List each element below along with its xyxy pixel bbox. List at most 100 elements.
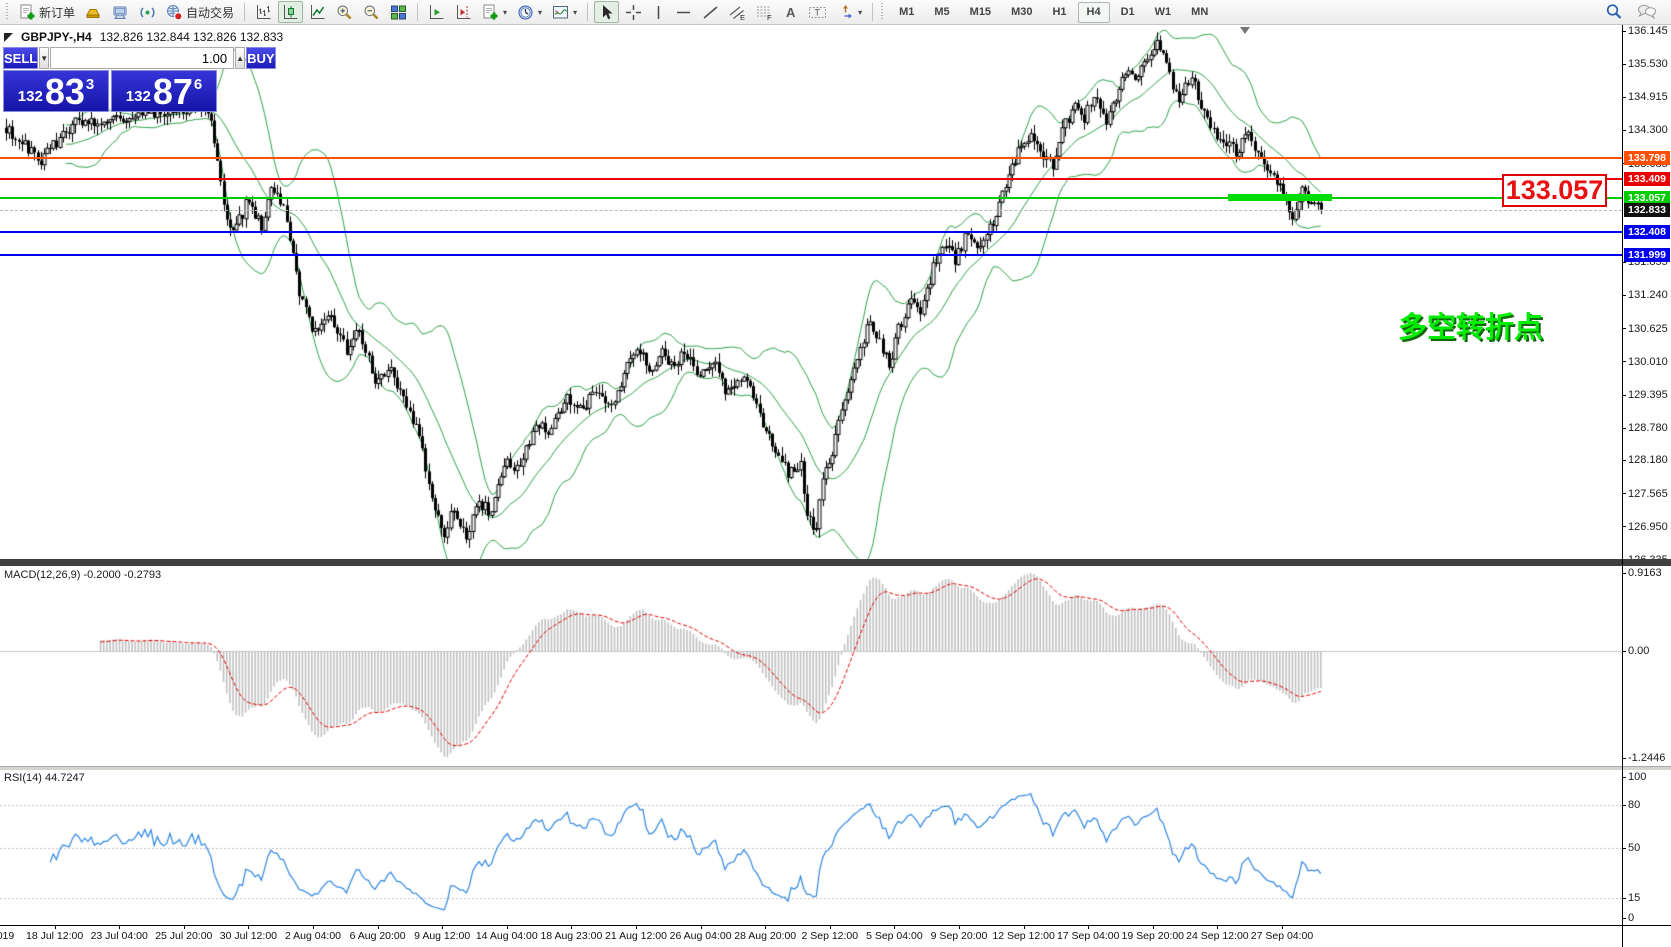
timeframe-mn-button[interactable]: MN	[1182, 2, 1217, 23]
market-watch-button[interactable]	[108, 1, 133, 23]
time-axis-label: 23 Jul 04:00	[91, 930, 148, 942]
templates-button[interactable]: ▾	[548, 1, 581, 23]
ohlc-readout: 132.826 132.844 132.826 132.833	[100, 30, 284, 44]
line-chart-button[interactable]	[305, 1, 330, 23]
bars-icon	[255, 4, 272, 21]
time-axis-label: 18 Jul 12:00	[26, 930, 83, 942]
pane-separator-macd-rsi[interactable]	[0, 766, 1671, 770]
time-axis-label: 21 Aug 12:00	[605, 930, 667, 942]
dropdown-caret-icon[interactable]: ▾	[573, 8, 577, 17]
periods-button[interactable]: ▾	[513, 1, 546, 23]
pane-separator-main-macd[interactable]	[0, 559, 1671, 566]
chat-button[interactable]	[1633, 1, 1661, 23]
dropdown-caret-icon[interactable]: ▾	[503, 8, 507, 17]
text-button[interactable]: A	[779, 1, 802, 23]
dropdown-caret-icon[interactable]: ▾	[538, 8, 542, 17]
timeframe-m15-button[interactable]: M15	[961, 2, 1000, 23]
arrows-icon	[837, 4, 854, 21]
arrows-button[interactable]: ▾	[833, 1, 866, 23]
price-axis-label: 134.300	[1622, 124, 1668, 136]
vline-icon	[652, 4, 665, 21]
buy-price-panel[interactable]: 132 87 6	[111, 70, 217, 112]
metaeditor-button[interactable]	[81, 1, 106, 23]
bar-chart-button[interactable]	[251, 1, 276, 23]
time-axis-label: 6 Aug 20:00	[350, 930, 406, 942]
price-chart-canvas[interactable]	[0, 25, 1622, 559]
price-axis-label: 134.915	[1622, 91, 1668, 103]
indicators-button[interactable]: ▾	[478, 1, 511, 23]
chart-shift-button[interactable]	[451, 1, 476, 23]
symbol-header: GBPJPY-,H4 132.826 132.844 132.826 132.8…	[4, 30, 283, 44]
time-axis-label: 5 Jul 2019	[0, 930, 14, 942]
price-axis-label: 131.240	[1622, 289, 1668, 301]
price-axis-label: 127.565	[1622, 488, 1668, 500]
text-label-button[interactable]: T	[804, 1, 831, 23]
tile-windows-button[interactable]	[386, 1, 411, 23]
gold-icon	[85, 4, 102, 21]
timeframe-d1-button[interactable]: D1	[1112, 2, 1144, 23]
timeframe-m1-button[interactable]: M1	[890, 2, 923, 23]
timeframe-w1-button[interactable]: W1	[1146, 2, 1181, 23]
horizontal-level-line[interactable]	[0, 197, 1622, 199]
rsi-canvas[interactable]	[0, 770, 1622, 925]
toolbar-separator	[872, 3, 873, 21]
one-click-trading-panel: SELL ▼ ▲ BUY 132 83 3 132 87 6	[3, 47, 217, 112]
horizontal-line-button[interactable]	[671, 1, 696, 23]
buy-button[interactable]: BUY	[246, 47, 275, 69]
cursor-button[interactable]	[594, 1, 619, 23]
search-button[interactable]	[1601, 1, 1627, 23]
fibonacci-button[interactable]: F	[752, 1, 777, 23]
autotrading-button[interactable]: 自动交易	[162, 1, 238, 23]
time-axis-label: 9 Aug 12:00	[414, 930, 470, 942]
collapse-triangle-icon[interactable]	[4, 33, 13, 42]
volume-increase-button[interactable]: ▲	[235, 47, 245, 69]
trendline-button[interactable]	[698, 1, 723, 23]
horizontal-level-line[interactable]	[0, 254, 1622, 256]
horizontal-level-line[interactable]	[0, 231, 1622, 233]
macd-canvas[interactable]	[0, 566, 1622, 762]
cloud-pc-icon	[112, 4, 129, 21]
timeframe-h1-button[interactable]: H1	[1043, 2, 1075, 23]
price-level-badge: 133.798	[1624, 151, 1670, 165]
timeframe-h4-button[interactable]: H4	[1078, 2, 1110, 23]
zoom-in-icon	[336, 4, 353, 21]
time-axis-label: 14 Aug 04:00	[476, 930, 538, 942]
highlight-segment[interactable]	[1228, 194, 1332, 201]
toolbar-grip[interactable]	[881, 3, 886, 21]
chartshift-icon	[455, 4, 472, 21]
navigator-button[interactable]	[135, 1, 160, 23]
equidistant-channel-button[interactable]: E	[725, 1, 750, 23]
volume-decrease-button[interactable]: ▼	[39, 47, 49, 69]
time-axis-label: 19 Sep 20:00	[1122, 930, 1184, 942]
price-level-badge: 132.408	[1624, 225, 1670, 239]
volume-input[interactable]	[50, 47, 234, 69]
doc-plus-icon	[19, 4, 36, 21]
price-axis-label: 126.950	[1622, 521, 1668, 533]
template-icon	[552, 4, 569, 21]
candlestick-chart-button[interactable]	[278, 1, 303, 23]
toolbar-separator	[587, 3, 588, 21]
zoom-in-button[interactable]	[332, 1, 357, 23]
price-axis-line[interactable]	[1622, 25, 1623, 947]
crosshair-button[interactable]	[621, 1, 646, 23]
toolbar-grip[interactable]	[6, 3, 11, 21]
zoom-out-button[interactable]	[359, 1, 384, 23]
chart-shift-marker[interactable]	[1240, 27, 1250, 34]
horizontal-level-line[interactable]	[0, 178, 1622, 180]
rsi-scale-label: 80	[1622, 799, 1640, 811]
sell-price-panel[interactable]: 132 83 3	[3, 70, 109, 112]
sell-button[interactable]: SELL	[3, 47, 38, 69]
new-order-button[interactable]: 新订单	[15, 1, 79, 23]
vertical-line-button[interactable]	[648, 1, 669, 23]
horizontal-level-line[interactable]	[0, 157, 1622, 159]
channel-icon: E	[729, 4, 746, 21]
dropdown-caret-icon[interactable]: ▾	[858, 8, 862, 17]
price-alert-box[interactable]: 133.057	[1502, 174, 1607, 207]
svg-text:A: A	[786, 5, 796, 20]
timeframe-m30-button[interactable]: M30	[1002, 2, 1041, 23]
price-axis-label: 128.780	[1622, 422, 1668, 434]
auto-scroll-button[interactable]	[424, 1, 449, 23]
timeframe-m5-button[interactable]: M5	[925, 2, 958, 23]
pivot-annotation-text[interactable]: 多空转折点	[1398, 304, 1543, 346]
buy-price-big: 87	[153, 75, 193, 109]
